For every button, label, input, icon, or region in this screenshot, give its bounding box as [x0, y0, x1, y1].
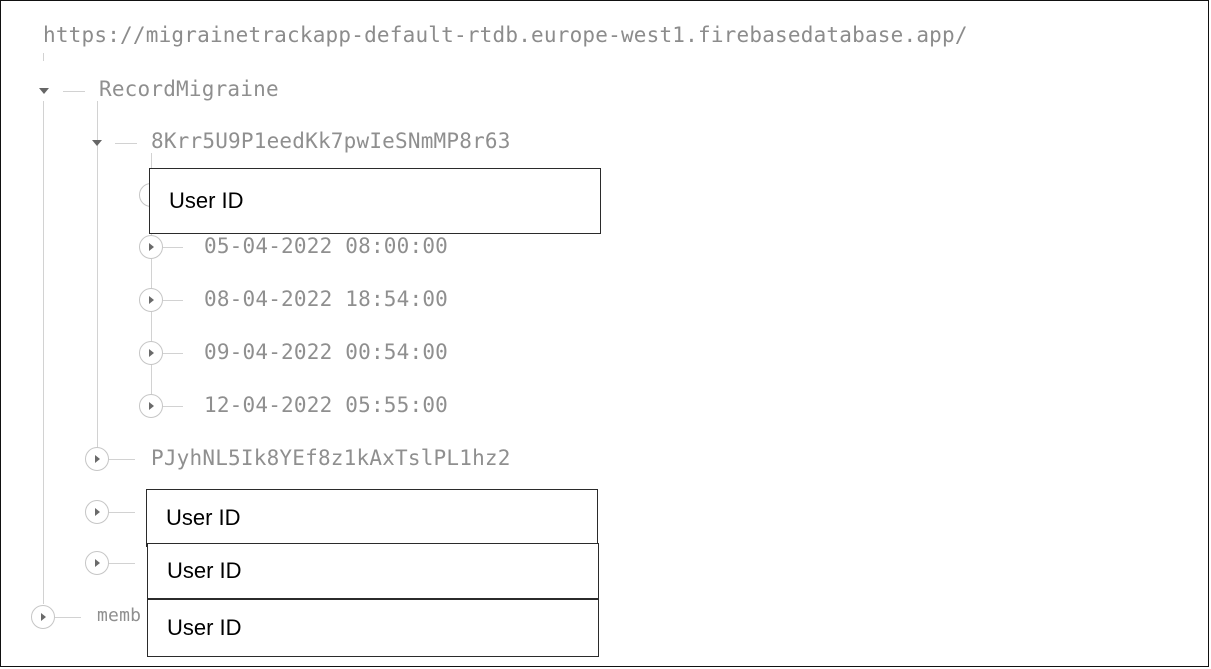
node-record[interactable]: 09-04-2022 00:54:00: [204, 340, 448, 364]
node-record-migraine[interactable]: RecordMigraine: [99, 77, 279, 101]
connector-line: [163, 247, 183, 248]
connector-line: [163, 353, 183, 354]
expand-circle-icon[interactable]: [139, 341, 163, 365]
connector-line: [109, 563, 135, 564]
connector-line: [109, 512, 135, 513]
node-record[interactable]: 05-04-2022 08:00:00: [204, 234, 448, 258]
expand-circle-icon[interactable]: [85, 447, 109, 471]
node-record[interactable]: 12-04-2022 05:55:00: [204, 393, 448, 417]
user-vertical-line: [97, 101, 98, 459]
node-second-root[interactable]: memb: [97, 605, 141, 626]
expand-circle-icon[interactable]: [139, 288, 163, 312]
connector-line: [163, 300, 183, 301]
node-user-id[interactable]: PJyhNL5Ik8YEf8z1kAxTslPL1hz2: [151, 446, 511, 470]
connector-line: [55, 617, 81, 618]
database-url: https://migrainetrackapp-default-rtdb.eu…: [43, 23, 968, 47]
redaction-box: User ID: [149, 168, 601, 234]
redaction-box: User ID: [147, 599, 599, 657]
node-record[interactable]: 08-04-2022 18:54:00: [204, 287, 448, 311]
redaction-box: User ID: [146, 489, 598, 547]
expand-circle-icon[interactable]: [31, 605, 55, 629]
redaction-box: User ID: [147, 543, 599, 599]
connector-line: [109, 459, 135, 460]
root-vertical-line: [43, 101, 44, 604]
screenshot-frame: https://migrainetrackapp-default-rtdb.eu…: [0, 0, 1209, 667]
caret-down-icon[interactable]: [92, 140, 102, 146]
caret-down-icon[interactable]: [39, 88, 49, 94]
connector-line: [163, 406, 183, 407]
node-user-id[interactable]: 8Krr5U9P1eedKk7pwIeSNmMP8r63: [151, 129, 511, 153]
expand-circle-icon[interactable]: [85, 500, 109, 524]
expand-circle-icon[interactable]: [139, 394, 163, 418]
connector-line: [63, 91, 85, 92]
url-tick-line: [43, 53, 44, 61]
expand-circle-icon[interactable]: [139, 235, 163, 259]
connector-line: [115, 143, 137, 144]
expand-circle-icon[interactable]: [85, 551, 109, 575]
